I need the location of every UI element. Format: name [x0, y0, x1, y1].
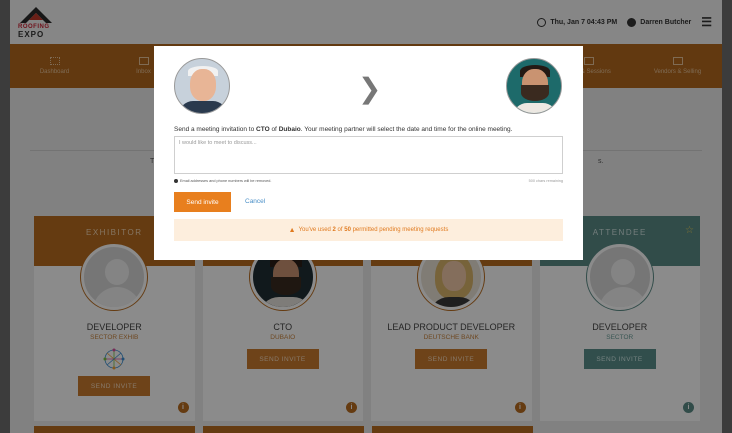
warning-icon: ▲ — [288, 226, 296, 234]
privacy-note-text: Email addresses and phone numbers will b… — [180, 179, 272, 183]
invite-message: Send a meeting invitation to CTO of Duba… — [174, 126, 512, 133]
recipient-company: Dubaio — [278, 126, 301, 133]
banner-of: of — [335, 227, 345, 233]
char-counter: 500 chars remaining — [528, 179, 563, 183]
meeting-invite-modal: ❯ Send a meeting invitation to CTO of Du… — [154, 46, 583, 260]
chevron-right-icon: ❯ — [358, 72, 382, 105]
cancel-button[interactable]: Cancel — [245, 198, 265, 205]
message-prefix: Send a meeting invitation to — [174, 126, 257, 133]
avatar-suit — [179, 101, 227, 113]
pending-requests-banner: ▲ You've used 2 of 50 permitted pending … — [174, 219, 563, 241]
message-suffix: . Your meeting partner will select the d… — [300, 126, 513, 133]
recipient-title: CTO — [256, 126, 270, 133]
banner-suffix: permitted pending meeting requests — [350, 227, 449, 233]
banner-text: You've used 2 of 50 permitted pending me… — [299, 227, 449, 233]
avatar-face — [190, 69, 216, 101]
banner-total: 50 — [344, 227, 351, 233]
avatar-shirt — [513, 103, 557, 113]
privacy-note: Email addresses and phone numbers will b… — [174, 179, 271, 183]
recipient-avatar — [506, 58, 562, 114]
invite-message-textarea[interactable] — [174, 136, 563, 174]
banner-prefix: You've used — [298, 227, 333, 233]
send-invite-button[interactable]: Send invite — [174, 192, 231, 212]
sender-avatar — [174, 58, 230, 114]
message-of: of — [269, 126, 279, 133]
avatar-beard — [521, 85, 549, 101]
info-icon — [174, 179, 178, 183]
